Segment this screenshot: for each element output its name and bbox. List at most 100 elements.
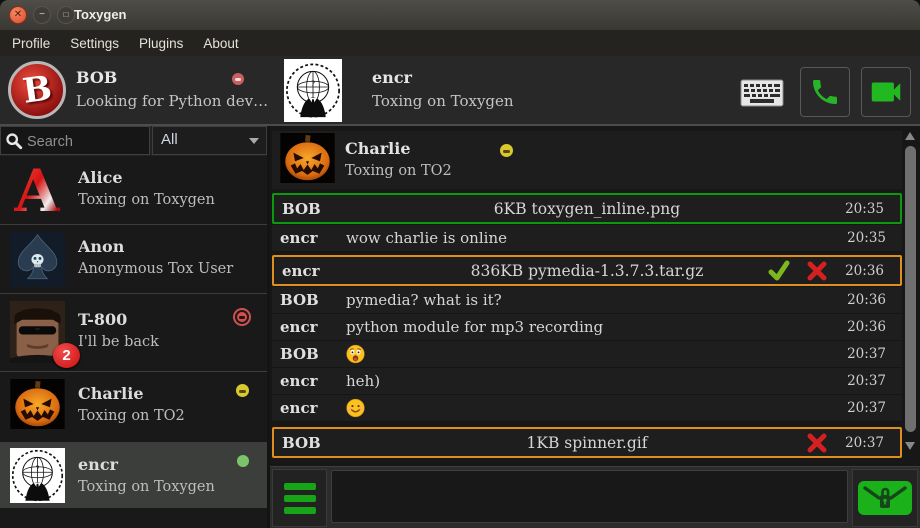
message-time: 20:36 (847, 292, 886, 308)
contact-item-anon[interactable]: Anon Anonymous Tox User (0, 225, 267, 294)
search-input[interactable] (25, 128, 149, 155)
message-sender: encr (280, 318, 318, 336)
accept-file-button[interactable] (768, 260, 790, 282)
contact-status-message: Toxing on Toxygen (78, 479, 215, 495)
menu-plugins[interactable]: Plugins (139, 36, 183, 51)
contact-filter-dropdown[interactable]: All (152, 126, 267, 155)
contact-name: Anon (78, 237, 124, 256)
contact-item-charlie[interactable]: Charlie Toxing on TO2 (0, 372, 267, 443)
search-icon (5, 132, 23, 154)
message-row: encr 20:37 (272, 395, 902, 422)
message-sender: encr (280, 372, 318, 390)
contact-status-message: Toxing on Toxygen (78, 192, 215, 208)
window-minimize-button[interactable]: − (33, 6, 51, 24)
contact-item-alice[interactable]: A Alice Toxing on Toxygen (0, 156, 267, 225)
file-transfer-name: 6KB toxygen_inline.png (274, 200, 900, 218)
contact-status-message: Toxing on TO2 (78, 408, 185, 424)
check-icon (768, 260, 790, 282)
message-compose-bar (270, 466, 920, 528)
status-away-icon (236, 384, 249, 397)
contact-item-t800[interactable]: T-800 I'll be back 2 (0, 294, 267, 372)
search-row: All (0, 126, 267, 156)
menu-profile[interactable]: Profile (12, 36, 50, 51)
svg-text:A: A (13, 163, 60, 218)
smiling-face-emoji (346, 399, 365, 418)
contact-list: A Alice Toxing on Toxygen Anon Anonymous… (0, 156, 267, 528)
chevron-down-icon (249, 138, 259, 144)
message-text: heh) (346, 372, 380, 390)
menu-about[interactable]: About (203, 36, 238, 51)
message-text: python module for mp3 recording (346, 318, 603, 336)
contact-name: Alice (78, 168, 123, 187)
message-input[interactable] (331, 470, 848, 523)
message-time: 20:35 (847, 230, 886, 246)
contact-item-encr[interactable]: encr Toxing on Toxygen (0, 443, 267, 508)
scrollbar-thumb[interactable] (905, 146, 916, 432)
message-time: 20:37 (845, 435, 884, 451)
toxygen-window: ✕ − □ Toxygen Profile Settings Plugins A… (0, 0, 920, 528)
contact-avatar (10, 232, 65, 287)
unread-count-badge: 2 (53, 343, 80, 368)
shocked-face-emoji (346, 345, 365, 364)
menu-bar: Profile Settings Plugins About (0, 31, 920, 56)
attachments-menu-button[interactable] (272, 469, 327, 527)
title-bar[interactable]: ✕ − □ Toxygen (0, 0, 920, 31)
scroll-down-arrow-icon[interactable] (905, 442, 915, 450)
active-contact-status-message: Toxing on Toxygen (372, 92, 514, 110)
hamburger-icon (284, 483, 316, 490)
status-busy-icon (233, 308, 251, 326)
decline-file-button[interactable] (806, 260, 828, 282)
status-online-icon (237, 455, 249, 467)
status-away-icon (500, 144, 513, 157)
message-row: encr heh) 20:37 (272, 368, 902, 395)
message-row: encr wow charlie is online 20:35 (272, 225, 902, 252)
send-message-button[interactable] (852, 469, 918, 527)
message-row: BOB 20:37 (272, 341, 902, 368)
chat-area: Charlie Toxing on TO2 BOB 6KB toxygen_in… (270, 126, 920, 528)
search-box (0, 126, 150, 155)
keyboard-typing-icon (740, 79, 784, 107)
active-contact-name: encr (372, 68, 412, 87)
status-busy-icon[interactable] (232, 73, 244, 85)
header: B BOB Looking for Python dev… encr Toxin… (0, 56, 920, 126)
window-close-button[interactable]: ✕ (9, 6, 27, 24)
scroll-up-arrow-icon[interactable] (905, 132, 915, 140)
contact-status-message: Anonymous Tox User (78, 261, 233, 277)
peer-avatar (280, 133, 335, 185)
message-history: BOB 6KB toxygen_inline.png 20:35 encr wo… (272, 193, 902, 459)
message-text: wow charlie is online (346, 229, 507, 247)
video-call-button[interactable] (861, 67, 911, 117)
audio-call-button[interactable] (800, 67, 850, 117)
message-time: 20:37 (847, 346, 886, 362)
message-time: 20:37 (847, 373, 886, 389)
messages-scrollbar[interactable] (903, 130, 918, 460)
message-sender: encr (280, 399, 318, 417)
contact-status-message: I'll be back (78, 334, 159, 350)
peer-name: Charlie (345, 139, 411, 158)
chat-peer-panel[interactable]: Charlie Toxing on TO2 (272, 131, 902, 189)
phone-icon (809, 76, 841, 108)
contact-filter-value: All (161, 131, 178, 148)
contact-avatar (10, 448, 65, 503)
message-time: 20:36 (847, 319, 886, 335)
message-sender: BOB (280, 345, 319, 363)
self-avatar[interactable]: B (8, 61, 66, 119)
file-transfer-row: BOB 6KB toxygen_inline.png 20:35 (272, 193, 902, 224)
window-maximize-button[interactable]: □ (57, 6, 75, 24)
message-sender: BOB (280, 291, 319, 309)
message-sender: encr (280, 229, 318, 247)
x-icon (806, 432, 828, 454)
message-text: pymedia? what is it? (346, 291, 502, 309)
cancel-file-button[interactable] (806, 432, 828, 454)
message-row: encr python module for mp3 recording 20:… (272, 314, 902, 341)
contact-name: Charlie (78, 384, 144, 403)
contact-name: T-800 (78, 310, 127, 329)
window-title: Toxygen (74, 7, 127, 22)
contact-avatar: A (10, 163, 65, 218)
self-name[interactable]: BOB (76, 68, 117, 87)
file-transfer-row: encr 836KB pymedia-1.3.7.3.tar.gz 20:36 (272, 255, 902, 286)
video-camera-icon (867, 73, 905, 111)
menu-settings[interactable]: Settings (70, 36, 119, 51)
message-time: 20:37 (847, 400, 886, 416)
self-status-message[interactable]: Looking for Python dev… (76, 92, 268, 110)
